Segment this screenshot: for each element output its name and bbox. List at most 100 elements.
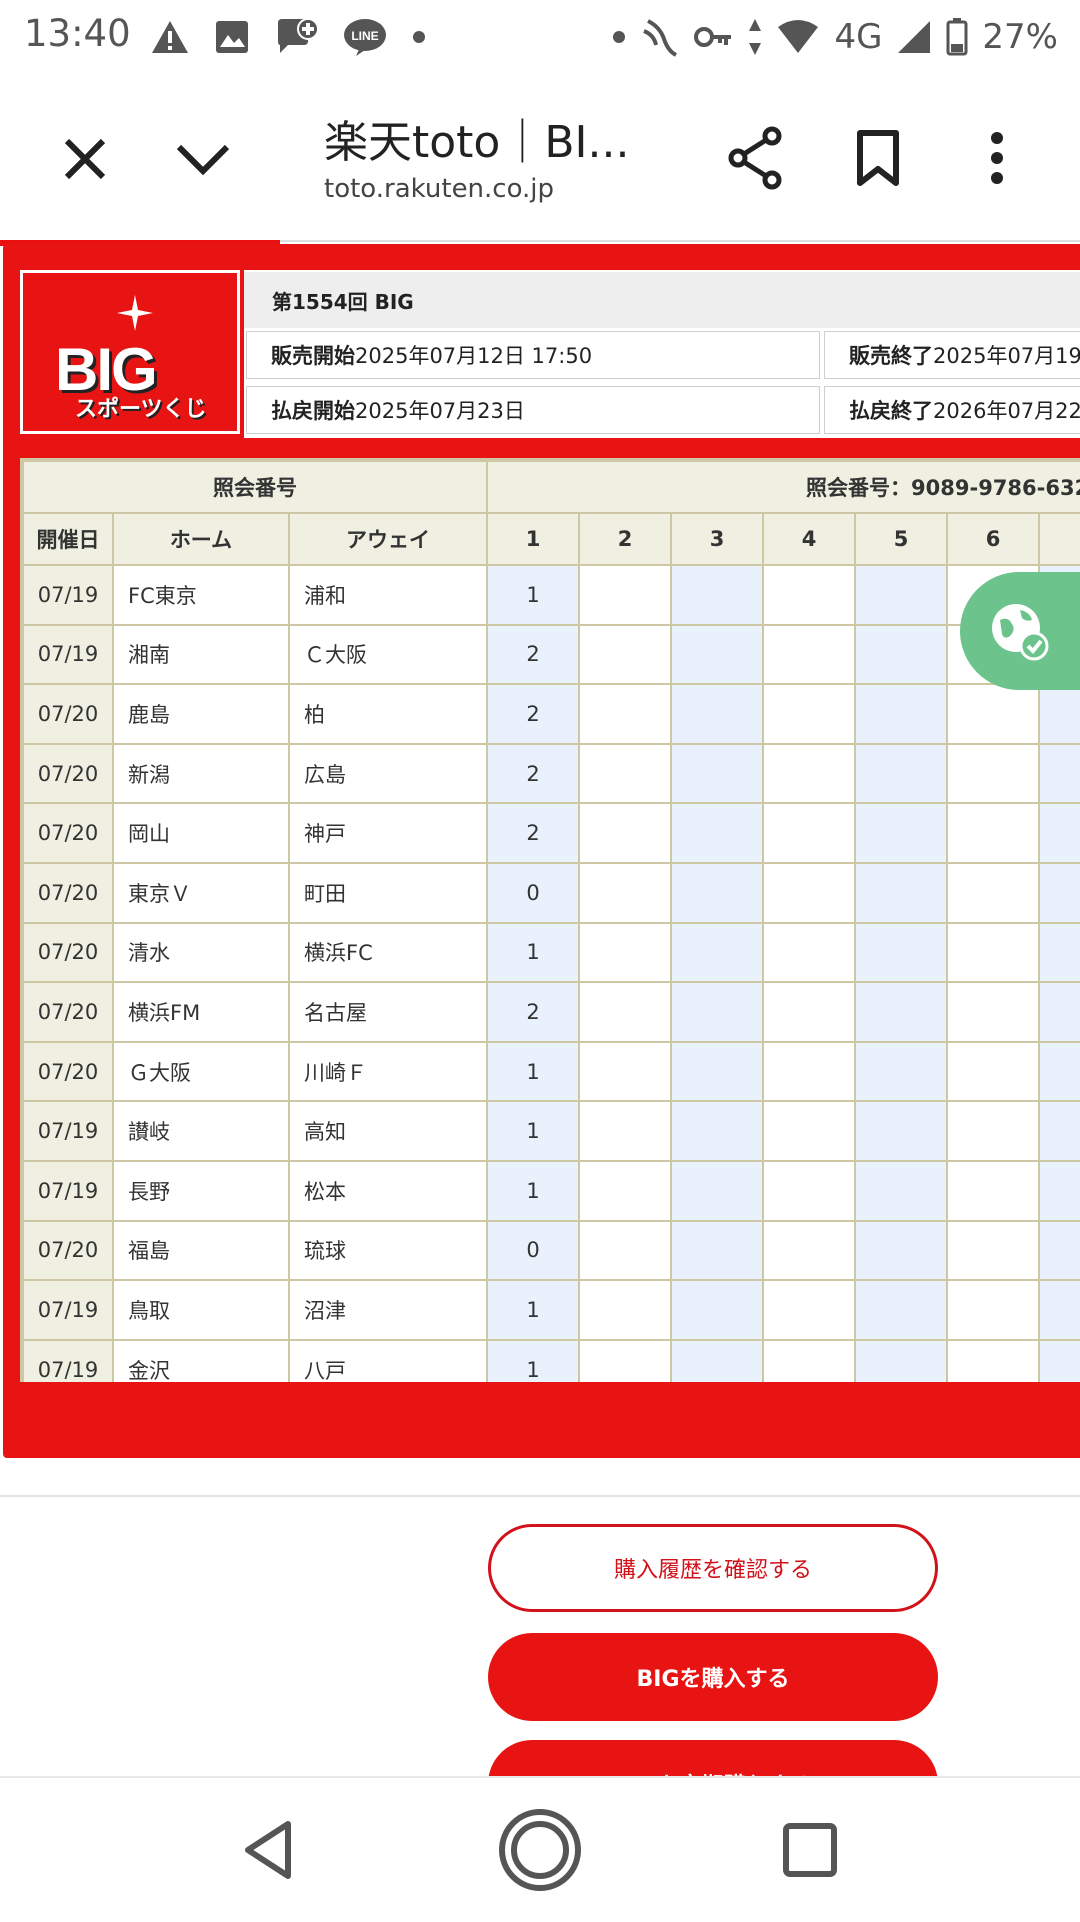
selection-cell-2 <box>578 1279 673 1341</box>
selection-cell-7 <box>1038 742 1080 805</box>
selection-cell-5 <box>854 1219 949 1282</box>
selection-cell-4 <box>762 1279 857 1341</box>
translate-badge[interactable] <box>960 572 1080 690</box>
recents-icon[interactable] <box>782 1822 838 1878</box>
table-row: 07/20 新潟 広島 2 <box>22 742 1080 805</box>
android-nav-bar <box>0 1776 1080 1922</box>
table-row: 07/19 FC東京 浦和 1 <box>22 564 1080 626</box>
section-divider <box>0 1495 1080 1497</box>
away-team: 浦和 <box>287 564 489 626</box>
selection-cell-1: 2 <box>486 802 581 864</box>
match-date: 07/19 <box>22 1100 114 1162</box>
col-selection-4: 4 <box>762 512 857 566</box>
table-row: 07/20 清水 横浜FC 1 <box>22 921 1080 984</box>
selection-cell-1: 1 <box>486 921 581 984</box>
selection-cell-7 <box>1038 802 1080 864</box>
share-icon <box>728 126 782 190</box>
away-team: 町田 <box>287 861 489 924</box>
chevron-down-icon <box>176 144 230 176</box>
selection-cell-7 <box>1038 1100 1080 1162</box>
payout-start-label: 払戻開始 <box>271 399 355 423</box>
network-type: 4G <box>834 17 883 57</box>
selection-cell-1: 2 <box>486 981 581 1043</box>
clipped-area: BIGを定期購入する <box>0 1740 1080 1776</box>
col-selection-3: 3 <box>670 512 765 566</box>
selection-cell-3 <box>670 564 765 626</box>
wifi-icon <box>778 20 819 53</box>
selection-cell-1: 2 <box>486 623 581 686</box>
logo-subtext: スポーツくじ <box>75 397 207 422</box>
close-tab-button[interactable] <box>50 124 120 194</box>
home-team: 福島 <box>112 1219 290 1282</box>
col-selection-6: 6 <box>946 512 1041 566</box>
sale-start-label: 販売開始 <box>271 344 355 368</box>
selection-cell-3 <box>670 861 765 924</box>
selection-cell-5 <box>854 683 949 745</box>
payout-start: 払戻開始 2025年07月23日 <box>246 386 820 434</box>
match-date: 07/19 <box>22 623 114 686</box>
home-team: 長野 <box>112 1159 290 1222</box>
selection-cell-2 <box>578 981 673 1043</box>
regular-buy-button[interactable]: BIGを定期購入する <box>488 1740 938 1776</box>
minimize-button[interactable] <box>168 124 238 194</box>
page-url: toto.rakuten.co.jp <box>324 174 555 204</box>
selection-cell-6 <box>946 683 1041 745</box>
table-row: 07/20 福島 琉球 0 <box>22 1219 1080 1282</box>
nfc-icon <box>643 19 678 57</box>
status-time: 13:40 <box>24 12 131 55</box>
selection-cell-3 <box>670 921 765 984</box>
selection-cell-6 <box>946 1219 1041 1282</box>
col-home: ホーム <box>112 512 290 566</box>
purchase-history-button[interactable]: 購入履歴を確認する <box>488 1524 938 1612</box>
home-icon[interactable] <box>496 1806 584 1894</box>
selection-cell-2 <box>578 1219 673 1282</box>
selection-cell-7 <box>1038 1338 1080 1382</box>
selection-table[interactable]: 照会番号 照会番号：9089-9786-6322 開催日 ホーム アウェイ 12… <box>20 458 1080 1382</box>
home-team: 鳥取 <box>112 1279 290 1341</box>
selection-cell-2 <box>578 1100 673 1162</box>
away-team: 神戸 <box>287 802 489 864</box>
match-date: 07/20 <box>22 802 114 864</box>
selection-cell-5 <box>854 1338 949 1382</box>
away-team: 沼津 <box>287 1279 489 1341</box>
selection-cell-1: 2 <box>486 683 581 745</box>
selection-cell-7 <box>1038 1040 1080 1103</box>
sale-start: 販売開始 2025年07月12日 17:50 <box>246 331 820 379</box>
ref-number: 照会番号：9089-9786-6322 <box>486 460 1080 514</box>
bookmark-button[interactable] <box>842 120 914 196</box>
home-team: 鹿島 <box>112 683 290 745</box>
home-team: 新潟 <box>112 742 290 805</box>
back-icon[interactable] <box>240 1820 296 1880</box>
selection-cell-5 <box>854 981 949 1043</box>
selection-cell-1: 1 <box>486 1100 581 1162</box>
home-team: Ｇ大阪 <box>112 1040 290 1103</box>
home-team: 湘南 <box>112 623 290 686</box>
selection-cell-5 <box>854 861 949 924</box>
match-date: 07/20 <box>22 1040 114 1103</box>
match-date: 07/20 <box>22 981 114 1043</box>
more-menu-button[interactable] <box>962 120 1032 196</box>
match-date: 07/20 <box>22 861 114 924</box>
key-icon <box>694 27 732 47</box>
selection-cell-1: 1 <box>486 1159 581 1222</box>
more-vert-icon <box>991 132 1003 184</box>
col-selection-1: 1 <box>486 512 581 566</box>
table-row: 07/20 横浜FM 名古屋 2 <box>22 981 1080 1043</box>
round-title: 第1554回 BIG <box>272 290 414 314</box>
line-app-icon: LINE <box>344 19 386 56</box>
away-team: 横浜FC <box>287 921 489 984</box>
selection-cell-3 <box>670 742 765 805</box>
home-team: 横浜FM <box>112 981 290 1043</box>
selection-cell-2 <box>578 1159 673 1222</box>
share-button[interactable] <box>720 120 792 196</box>
selection-cell-2 <box>578 1040 673 1103</box>
selection-cell-4 <box>762 683 857 745</box>
table-row: 07/19 湘南 Ｃ大阪 2 <box>22 623 1080 686</box>
ref-label: 照会番号 <box>22 460 489 514</box>
selection-cell-3 <box>670 1159 765 1222</box>
match-date: 07/19 <box>22 1279 114 1341</box>
buy-big-button[interactable]: BIGを購入する <box>488 1633 938 1721</box>
selection-cell-4 <box>762 1100 857 1162</box>
selection-cell-5 <box>854 921 949 984</box>
selection-cell-2 <box>578 742 673 805</box>
